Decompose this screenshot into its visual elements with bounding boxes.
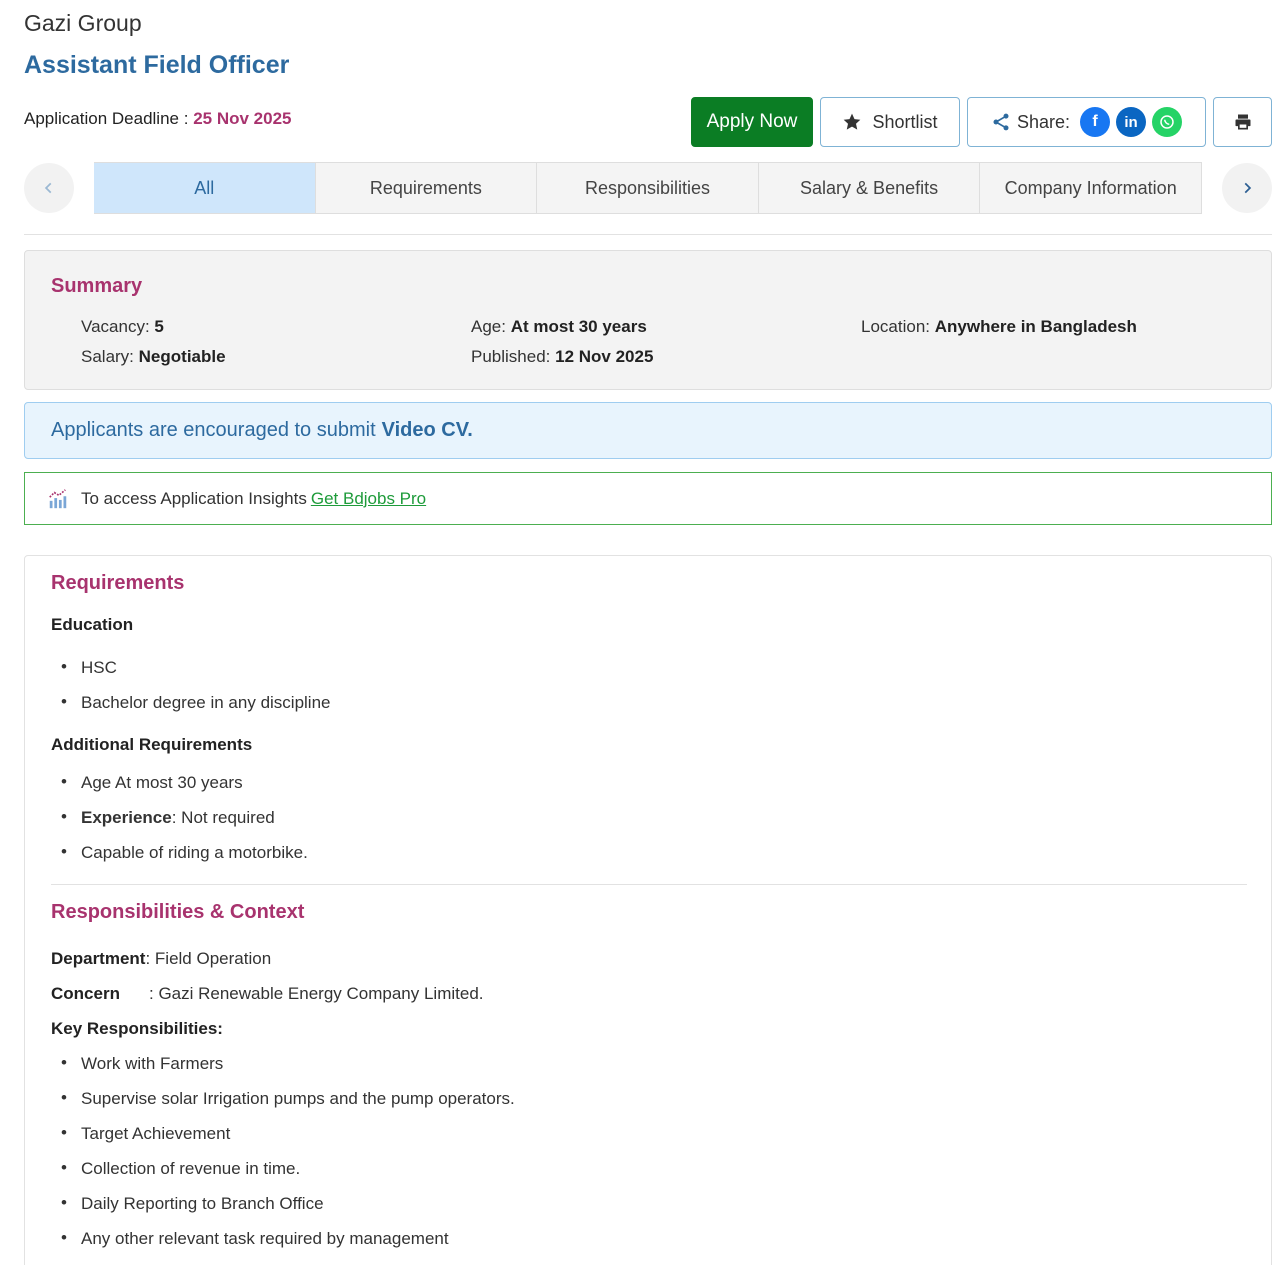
age-value: At most 30 years (510, 317, 647, 336)
list-item: Supervise solar Irrigation pumps and the… (61, 1088, 515, 1109)
salary-label: Salary: (81, 347, 134, 366)
list-item: Work with Farmers (61, 1053, 223, 1074)
tab-company-information[interactable]: Company Information (979, 163, 1201, 213)
salary-value: Negotiable (138, 347, 226, 366)
vacancy-value: 5 (154, 317, 164, 336)
published-value: 12 Nov 2025 (555, 347, 654, 366)
deadline-label: Application Deadline : (24, 109, 189, 128)
tabs-scroll-right-button[interactable] (1222, 163, 1272, 213)
video-cv-text: Applicants are encouraged to submit (51, 419, 376, 441)
published-label: Published: (471, 347, 551, 366)
location-label: Location: (861, 317, 930, 336)
concern-label: Concern (51, 984, 120, 1003)
responsibilities-title: Responsibilities & Context (51, 901, 305, 923)
chevron-left-icon (44, 182, 52, 194)
section-tab-bar: All Requirements Responsibilities Salary… (24, 162, 1272, 214)
age-field: Age: At most 30 years (471, 317, 647, 337)
summary-title: Summary (51, 275, 143, 297)
salary-field: Salary: Negotiable (81, 347, 226, 367)
job-title: Assistant Field Officer (24, 51, 290, 79)
shortlist-button[interactable]: Shortlist (820, 97, 960, 147)
list-item: HSC (61, 657, 117, 678)
experience-value: : Not required (171, 808, 275, 827)
linkedin-icon[interactable]: in (1116, 107, 1147, 137)
application-deadline: Application Deadline : 25 Nov 2025 (24, 109, 291, 129)
apply-now-button[interactable]: Apply Now (691, 97, 813, 147)
video-cv-bold: Video CV. (381, 419, 473, 441)
share-icon (993, 113, 1009, 131)
tab-responsibilities[interactable]: Responsibilities (536, 163, 758, 213)
list-item: Bachelor degree in any discipline (61, 692, 330, 713)
key-responsibilities-label: Key Responsibilities: (51, 1019, 223, 1038)
company-name: Gazi Group (24, 10, 142, 36)
list-item: Target Achievement (61, 1123, 230, 1144)
facebook-icon[interactable]: f (1080, 107, 1111, 137)
tabs: All Requirements Responsibilities Salary… (94, 162, 1202, 214)
vacancy-field: Vacancy: 5 (81, 317, 164, 337)
deadline-date: 25 Nov 2025 (193, 109, 292, 128)
whatsapp-icon[interactable] (1152, 107, 1183, 137)
key-responsibilities-heading: Key Responsibilities: (51, 1019, 223, 1039)
insights-text: To access Application Insights (81, 488, 307, 508)
additional-requirements-heading: Additional Requirements (51, 735, 253, 754)
insights-chart-icon (49, 488, 67, 508)
location-field: Location: Anywhere in Bangladesh (861, 317, 1137, 337)
get-bdjobs-pro-link[interactable]: Get Bdjobs Pro (311, 489, 426, 509)
concern-line: Concern : Gazi Renewable Energy Company L… (51, 984, 484, 1004)
job-details-content: Requirements Education HSC Bachelor degr… (24, 555, 1272, 1265)
education-heading: Education (51, 615, 134, 634)
list-item: Capable of riding a motorbike. (61, 842, 308, 863)
tab-requirements[interactable]: Requirements (314, 163, 537, 213)
share-label: Share: (1016, 111, 1071, 132)
list-item: Collection of revenue in time. (61, 1158, 300, 1179)
list-item: Age At most 30 years (61, 772, 243, 793)
list-item: Any other relevant task required by mana… (61, 1228, 449, 1249)
tabs-scroll-left-button[interactable] (24, 163, 74, 213)
department-value: : Field Operation (145, 949, 272, 968)
concern-value: : Gazi Renewable Energy Company Limited. (149, 984, 484, 1003)
department-line: Department: Field Operation (51, 949, 271, 969)
age-label: Age: (471, 317, 506, 336)
print-button[interactable] (1213, 97, 1272, 147)
divider (24, 234, 1272, 235)
summary-panel: Summary Vacancy: 5 Age: At most 30 years… (24, 250, 1272, 390)
shortlist-label: Shortlist (872, 111, 938, 132)
chevron-right-icon (1244, 182, 1252, 194)
location-value: Anywhere in Bangladesh (934, 317, 1137, 336)
video-cv-notice: Applicants are encouraged to submit Vide… (24, 402, 1272, 459)
published-field: Published: 12 Nov 2025 (471, 347, 653, 367)
requirements-title: Requirements (51, 572, 185, 594)
list-item: Daily Reporting to Branch Office (61, 1193, 323, 1214)
share-group: Share: f in (967, 97, 1206, 147)
experience-label: Experience (81, 808, 172, 827)
list-item: Experience: Not required (61, 807, 275, 828)
printer-icon (1235, 114, 1250, 130)
application-insights-banner: To access Application Insights Get Bdjob… (24, 472, 1272, 525)
vacancy-label: Vacancy: (81, 317, 150, 336)
tab-salary-benefits[interactable]: Salary & Benefits (757, 163, 980, 213)
department-label: Department (51, 949, 146, 968)
star-icon (844, 113, 861, 130)
divider (51, 884, 1247, 885)
tab-all[interactable]: All (94, 163, 315, 213)
